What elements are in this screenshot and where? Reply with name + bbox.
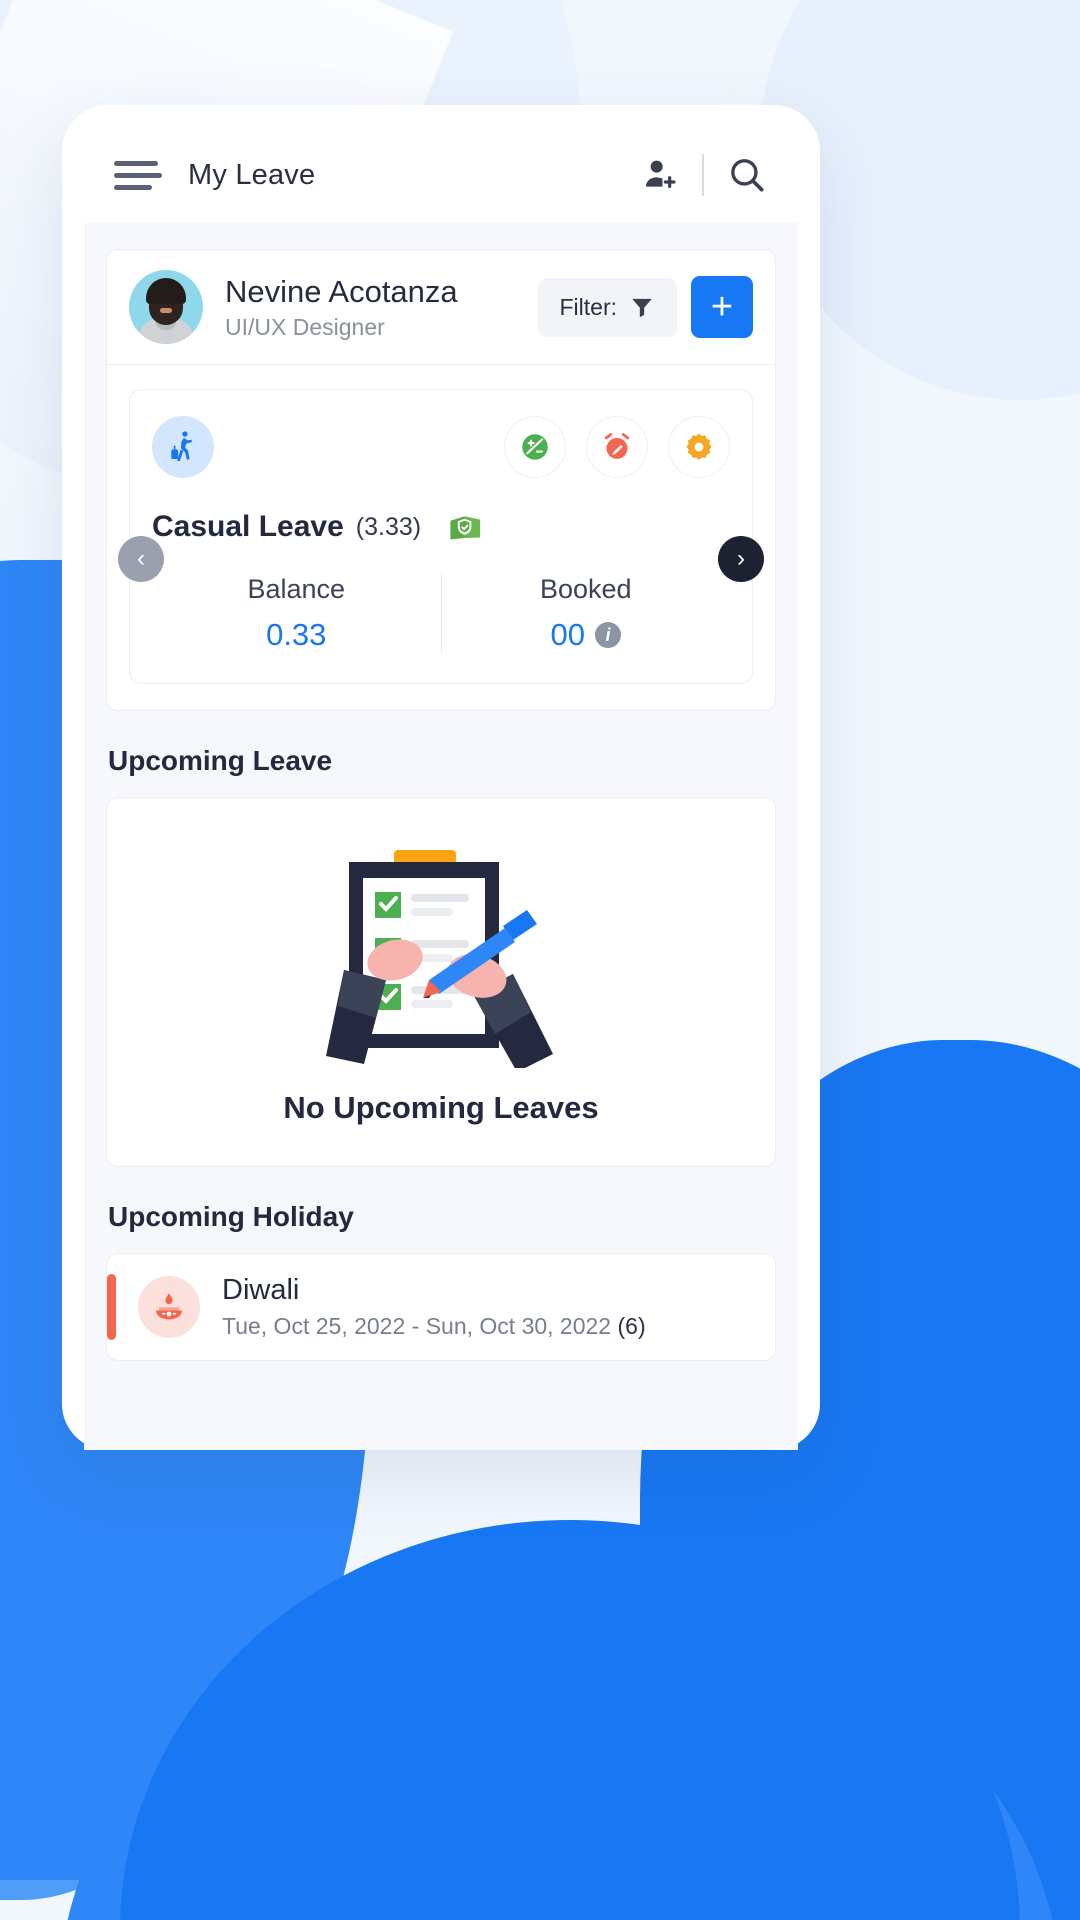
holiday-text: Diwali Tue, Oct 25, 2022 - Sun, Oct 30, … xyxy=(222,1274,646,1340)
stat-balance: Balance 0.33 xyxy=(152,574,441,653)
profile-role: UI/UX Designer xyxy=(225,314,385,341)
stat-label: Booked xyxy=(539,574,632,604)
leave-type-title: Casual Leave xyxy=(152,510,344,543)
profile-row: Nevine Acotanza UI/UX Designer Filter: + xyxy=(107,250,775,365)
profile-text: Nevine Acotanza UI/UX Designer xyxy=(225,273,458,342)
leave-stats: Balance 0.33 Booked 00 i xyxy=(152,574,730,653)
leave-action-icons xyxy=(504,416,730,478)
leave-summary-wrap: ‹ › Casual Leave (3.33) Balance 0.33 Boo… xyxy=(107,389,775,710)
filter-button[interactable]: Filter: xyxy=(537,277,677,337)
upcoming-holiday-title: Upcoming Holiday xyxy=(108,1201,354,1232)
funnel-icon xyxy=(632,298,652,318)
avatar[interactable] xyxy=(129,270,203,344)
phone-frame: My Leave Nevine Acotanza UI/UX Designer … xyxy=(62,105,820,1450)
leave-title-row: Casual Leave (3.33) xyxy=(152,510,730,544)
leave-top-row xyxy=(152,416,730,478)
add-leave-button[interactable]: + xyxy=(691,276,753,338)
holiday-list-item[interactable]: Diwali Tue, Oct 25, 2022 - Sun, Oct 30, … xyxy=(106,1253,776,1361)
alarm-clock-icon[interactable] xyxy=(586,416,648,478)
next-leave-button[interactable]: › xyxy=(718,536,764,582)
stat-label: Balance xyxy=(247,574,346,604)
app-bar-actions xyxy=(640,154,768,196)
traveler-luggage-icon xyxy=(152,416,214,478)
prev-leave-button[interactable]: ‹ xyxy=(118,536,164,582)
balance-adjust-icon[interactable] xyxy=(504,416,566,478)
stat-booked: Booked 00 i xyxy=(440,574,731,653)
balance-value: 0.33 xyxy=(266,617,327,652)
profile-actions: Filter: + xyxy=(537,276,753,338)
holiday-name: Diwali xyxy=(222,1274,300,1306)
booked-value: 00 xyxy=(550,617,585,652)
add-user-icon[interactable] xyxy=(640,155,680,195)
upcoming-leave-empty-card: No Upcoming Leaves xyxy=(106,797,776,1167)
clipboard-checklist-hands-illustration xyxy=(326,850,553,1068)
app-screen: My Leave Nevine Acotanza UI/UX Designer … xyxy=(84,127,798,1450)
screen-content: Nevine Acotanza UI/UX Designer Filter: + xyxy=(84,223,798,1450)
page-title: My Leave xyxy=(188,158,316,191)
profile-card: Nevine Acotanza UI/UX Designer Filter: + xyxy=(106,249,776,711)
holiday-days-count: (6) xyxy=(617,1313,646,1339)
stat-value: 0.33 xyxy=(152,617,441,653)
empty-state-text: No Upcoming Leaves xyxy=(283,1090,599,1125)
info-icon[interactable]: i xyxy=(594,622,621,648)
holiday-date-range: Tue, Oct 25, 2022 - Sun, Oct 30, 2022 xyxy=(222,1313,612,1339)
upcoming-leave-title: Upcoming Leave xyxy=(108,745,333,776)
settings-gear-icon[interactable] xyxy=(668,416,730,478)
hamburger-menu-icon[interactable] xyxy=(114,154,162,197)
diya-lamp-icon xyxy=(138,1276,200,1338)
holiday-date-row: Tue, Oct 25, 2022 - Sun, Oct 30, 2022 (6… xyxy=(222,1313,646,1340)
leave-type-count: (3.33) xyxy=(355,512,422,541)
stat-value: 00 i xyxy=(442,617,731,653)
search-icon[interactable] xyxy=(726,154,768,196)
green-shield-card-icon xyxy=(447,510,485,544)
app-bar-divider xyxy=(702,154,704,196)
leave-summary-card: ‹ › Casual Leave (3.33) Balance 0.33 Boo… xyxy=(118,389,764,684)
holiday-accent-bar xyxy=(107,1274,116,1340)
filter-label: Filter: xyxy=(559,293,618,320)
profile-name: Nevine Acotanza xyxy=(225,273,458,309)
app-bar: My Leave xyxy=(84,127,798,223)
